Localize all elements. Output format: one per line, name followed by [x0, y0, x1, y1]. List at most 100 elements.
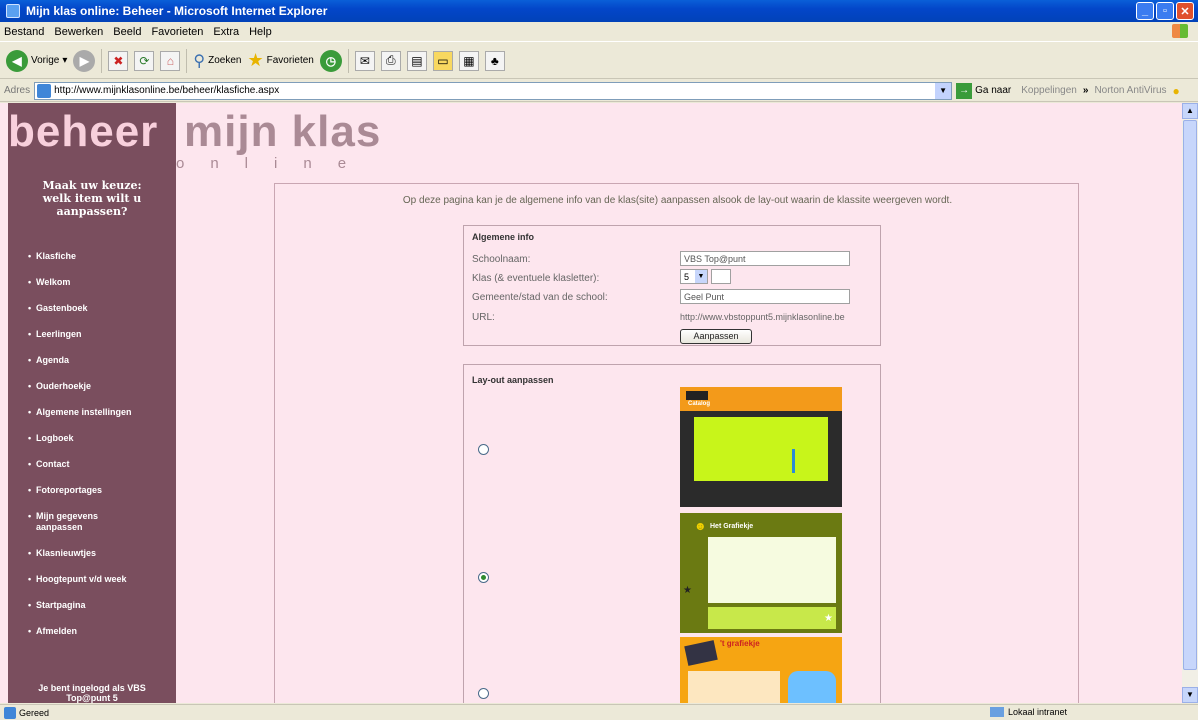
layout-option-3-radio[interactable] [478, 688, 489, 699]
page-viewport: beheer mijn klas online Maak uw keuze: w… [0, 103, 1182, 703]
menu-bar: Bestand Bewerken Beeld Favorieten Extra … [0, 22, 1198, 42]
back-button[interactable]: ◀ Vorige ▾ [6, 49, 68, 72]
toolbar-divider [186, 48, 188, 73]
messenger-icon[interactable]: ♣ [484, 50, 505, 71]
school-name-label: Schoolnaam: [472, 254, 531, 265]
search-icon: ⚲ [193, 52, 206, 70]
sidebar-item-afmelden[interactable]: Afmelden [8, 626, 176, 637]
stop-icon[interactable]: ✖ [108, 50, 129, 71]
sidebar-item-startpagina[interactable]: Startpagina [8, 600, 176, 611]
ie-app-icon [6, 4, 20, 18]
window-controls: _ ▫ ✕ [1136, 2, 1194, 20]
class-select[interactable]: 5 ▼ [680, 269, 708, 284]
go-button[interactable]: Ga naar [975, 85, 1011, 96]
sidebar-heading-line1: Maak uw keuze: [42, 179, 142, 192]
scroll-thumb[interactable] [1183, 120, 1197, 670]
logo-subtitle: online [176, 155, 373, 172]
layout-option-3-preview[interactable]: 't grafiekje [680, 637, 842, 703]
chevron-right-icon[interactable]: » [1083, 85, 1089, 96]
windows-logo-icon [1172, 24, 1188, 38]
history-icon[interactable]: ◷ [319, 49, 342, 72]
minimize-button[interactable]: _ [1136, 2, 1154, 20]
sidebar-item-mijn-gegevens[interactable]: Mijn gegevens aanpassen [8, 511, 118, 533]
sidebar-heading: Maak uw keuze: welk item wilt u aanpasse… [8, 179, 176, 218]
sidebar-item-leerlingen[interactable]: Leerlingen [8, 329, 176, 340]
menu-item-bewerken[interactable]: Bewerken [54, 26, 103, 38]
sidebar-item-agenda[interactable]: Agenda [8, 355, 176, 366]
layout-option-2-preview[interactable]: ☻ Het Grafiekje ★ ★ [680, 513, 842, 633]
sidebar-item-klasfiche[interactable]: Klasfiche [8, 251, 176, 262]
preview-logo [686, 391, 708, 400]
logo-word-beheer: beheer [8, 107, 159, 156]
links-label[interactable]: Koppelingen [1021, 85, 1077, 96]
refresh-icon[interactable]: ⟳ [134, 50, 155, 71]
print-icon[interactable]: ⎙ [380, 50, 401, 71]
sidebar-nav: Klasfiche Welkom Gastenboek Leerlingen A… [8, 251, 176, 637]
url-label: URL: [472, 312, 495, 323]
home-icon[interactable]: ⌂ [160, 50, 181, 71]
favorites-button[interactable]: ★ Favorieten [247, 50, 313, 71]
status-text: Gereed [19, 707, 50, 718]
sidebar-item-ouderhoekje[interactable]: Ouderhoekje [8, 381, 176, 392]
chevron-down-icon[interactable]: ▼ [935, 82, 952, 99]
norton-icon[interactable]: ● [1173, 84, 1180, 98]
general-info-panel: Algemene info Schoolnaam: Klas (& eventu… [463, 225, 881, 346]
menu-item-bestand[interactable]: Bestand [4, 26, 44, 38]
aanpassen-button[interactable]: Aanpassen [680, 329, 752, 344]
chevron-down-icon: ▾ [62, 55, 68, 66]
maximize-button[interactable]: ▫ [1156, 2, 1174, 20]
toolbar: ◀ Vorige ▾ ▶ ✖ ⟳ ⌂ ⚲ Zoeken ★ Favorieten… [0, 43, 1198, 79]
vertical-scrollbar[interactable]: ▲ ▼ [1182, 103, 1198, 703]
close-button[interactable]: ✕ [1176, 2, 1194, 20]
menu-item-extra[interactable]: Extra [213, 26, 239, 38]
sidebar-item-klasnieuwtjes[interactable]: Klasnieuwtjes [8, 548, 176, 559]
preview-accent [792, 449, 795, 473]
sidebar-item-contact[interactable]: Contact [8, 459, 176, 470]
school-name-input[interactable] [680, 251, 850, 266]
layout-option-1-preview[interactable]: Catalog [680, 387, 842, 507]
chevron-down-icon: ▼ [695, 270, 707, 283]
layout-title: Lay-out aanpassen [472, 375, 554, 385]
menu-item-favorieten[interactable]: Favorieten [151, 26, 203, 38]
forward-button[interactable]: ▶ [73, 49, 96, 72]
preview-board [684, 640, 718, 666]
search-button[interactable]: ⚲ Zoeken [193, 51, 241, 71]
preview-star-icon: ★ [824, 613, 833, 624]
scroll-down-icon[interactable]: ▼ [1182, 687, 1198, 703]
class-letter-input[interactable] [711, 269, 731, 284]
sidebar-item-logboek[interactable]: Logboek [8, 433, 176, 444]
layout-option-1-radio[interactable] [478, 444, 489, 455]
address-label: Adres [4, 85, 31, 96]
layout-option-2-radio[interactable] [478, 572, 489, 583]
preview-body [688, 671, 780, 703]
scroll-up-icon[interactable]: ▲ [1182, 103, 1198, 119]
sidebar-item-fotoreportages[interactable]: Fotoreportages [8, 485, 176, 496]
menu-item-beeld[interactable]: Beeld [113, 26, 141, 38]
address-input[interactable]: http://www.mijnklasonline.be/beheer/klas… [34, 81, 953, 100]
intranet-icon [990, 707, 1004, 717]
toolbar-divider [347, 48, 349, 73]
sidebar-item-hoogtepunt[interactable]: Hoogtepunt v/d week [8, 574, 176, 585]
research-icon[interactable]: ▦ [458, 50, 479, 71]
security-zone: Lokaal intranet [990, 707, 1067, 717]
preview-body [708, 537, 836, 603]
mail-icon[interactable]: ✉ [354, 50, 375, 71]
menu-item-help[interactable]: Help [249, 26, 272, 38]
folder-icon[interactable]: ▭ [432, 50, 453, 71]
preview-banner-title: Het Grafiekje [710, 523, 754, 530]
sidebar-item-algemene-instellingen[interactable]: Algemene instellingen [8, 407, 176, 418]
go-arrow-icon[interactable]: → [956, 82, 973, 99]
zone-label: Lokaal intranet [1008, 707, 1068, 717]
norton-antivirus-label[interactable]: Norton AntiVirus [1094, 85, 1166, 96]
logged-in-line1: Je bent ingelogd als VBS [38, 683, 146, 693]
preview-banner-title: Catalog [688, 401, 711, 407]
edit-icon[interactable]: ▤ [406, 50, 427, 71]
sidebar-item-welkom[interactable]: Welkom [8, 277, 176, 288]
city-input[interactable] [680, 289, 850, 304]
page-icon [37, 83, 52, 98]
class-label: Klas (& eventuele klasletter): [472, 273, 600, 284]
window-titlebar: Mijn klas online: Beheer - Microsoft Int… [0, 0, 1198, 22]
sidebar-item-gastenboek[interactable]: Gastenboek [8, 303, 176, 314]
logged-in-line2: Top@punt 5 [66, 693, 118, 703]
back-arrow-icon: ◀ [6, 49, 28, 72]
